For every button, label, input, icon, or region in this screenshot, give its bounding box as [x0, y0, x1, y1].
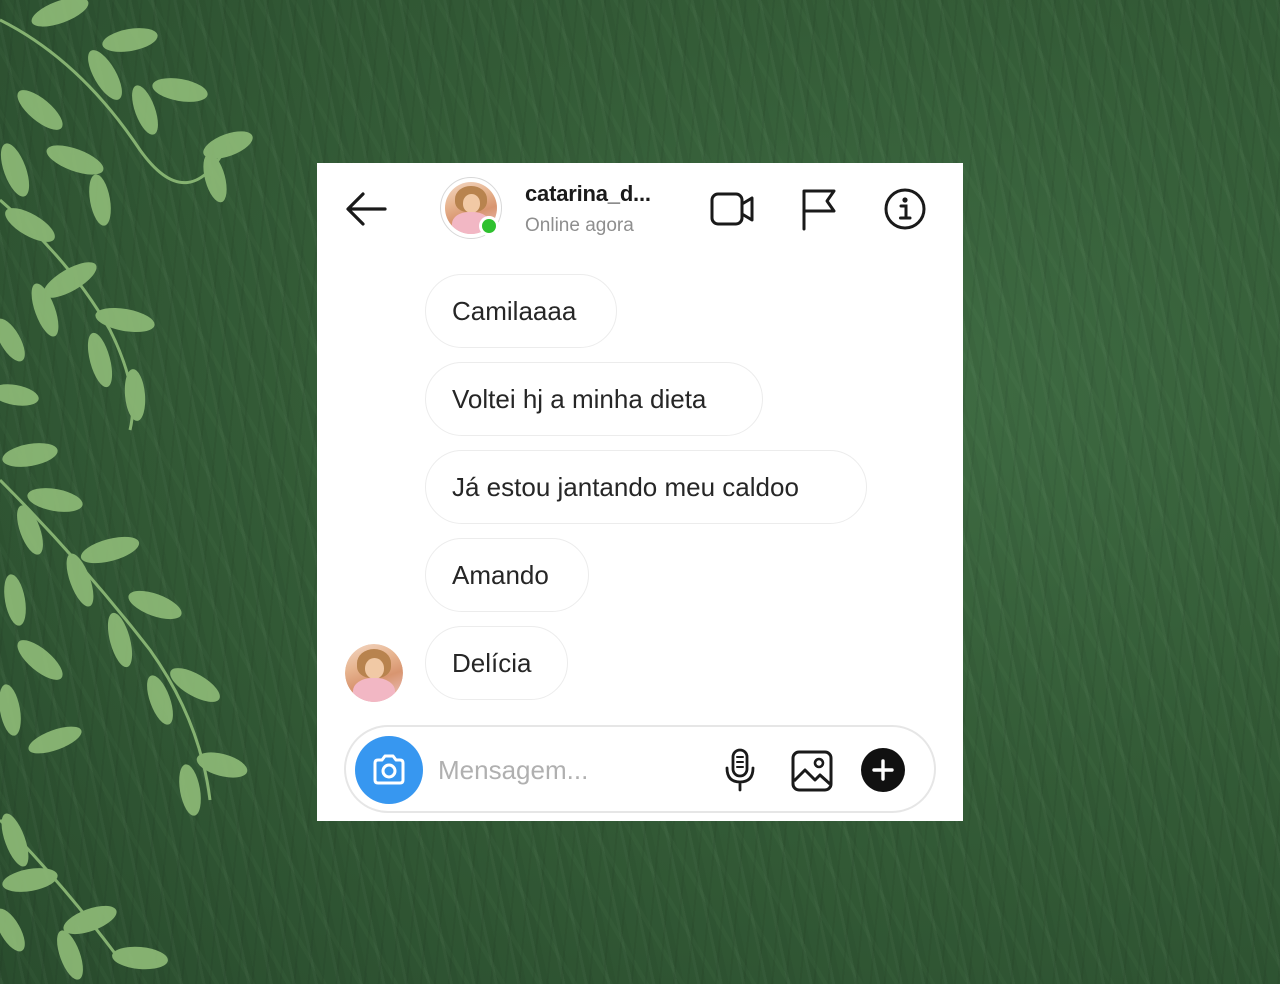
- message-bubble[interactable]: Delícia: [425, 626, 568, 700]
- profile-avatar[interactable]: [440, 177, 502, 239]
- leaf-vine-decoration: [0, 0, 253, 980]
- arrow-left-icon[interactable]: [343, 189, 389, 229]
- instagram-dm-card: catarina_d... Online agora Camilaaaa Vol…: [317, 163, 963, 821]
- message-bubble[interactable]: Amando: [425, 538, 589, 612]
- online-indicator: [479, 216, 499, 236]
- image-icon[interactable]: [790, 749, 834, 793]
- username[interactable]: catarina_d...: [525, 181, 651, 207]
- message-bubble[interactable]: Já estou jantando meu caldoo: [425, 450, 867, 524]
- message-input[interactable]: [436, 747, 700, 793]
- avatar-image: [345, 644, 403, 702]
- message-bubble[interactable]: Voltei hj a minha dieta: [425, 362, 763, 436]
- microphone-icon[interactable]: [720, 747, 760, 793]
- message-bubble[interactable]: Camilaaaa: [425, 274, 617, 348]
- sender-avatar[interactable]: [345, 644, 403, 702]
- online-status: Online agora: [525, 215, 634, 236]
- message-composer: [344, 725, 936, 813]
- camera-icon[interactable]: [355, 736, 423, 804]
- flag-icon[interactable]: [797, 187, 843, 231]
- plus-icon[interactable]: [861, 748, 905, 792]
- info-icon[interactable]: [882, 187, 928, 231]
- video-camera-icon[interactable]: [709, 187, 755, 231]
